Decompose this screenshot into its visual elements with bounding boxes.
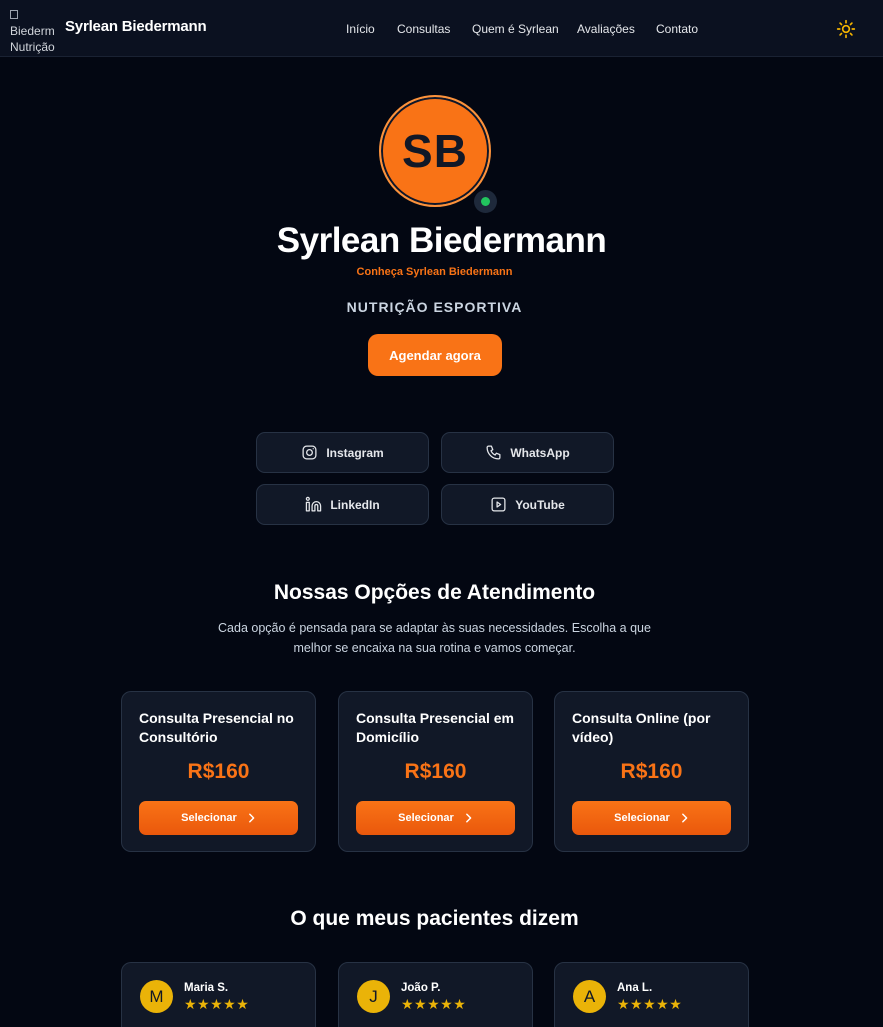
service-price: R$160 <box>404 760 467 783</box>
select-button-label: Selecionar <box>614 812 670 824</box>
theme-toggle-button[interactable] <box>836 19 856 39</box>
schedule-now-button[interactable]: Agendar agora <box>368 334 502 376</box>
whatsapp-button[interactable]: WhatsApp <box>441 432 614 473</box>
logo-image[interactable]: Biederm Nutrição <box>10 7 58 55</box>
service-title: Consulta Presencial em Domicílio <box>356 710 514 745</box>
instagram-label: Instagram <box>326 445 384 460</box>
service-price: R$160 <box>187 760 250 783</box>
avatar-initials: SB <box>402 125 468 177</box>
logo-alt-text: Biederm Nutrição <box>10 24 55 54</box>
testimonial-avatar: A <box>573 980 606 1013</box>
service-title: Consulta Presencial no Consultório <box>139 710 294 745</box>
service-card: Consulta Presencial em Domicílio R$160 S… <box>338 691 533 852</box>
service-title: Consulta Online (por vídeo) <box>572 710 711 745</box>
nav-link-contato[interactable]: Contato <box>656 22 698 36</box>
star-rating: ★★★★★ <box>401 996 467 1012</box>
select-service-button[interactable]: Selecionar <box>572 801 731 835</box>
chevron-right-icon <box>465 813 472 823</box>
profile-avatar: SB <box>379 95 491 207</box>
select-service-button[interactable]: Selecionar <box>356 801 515 835</box>
testimonial-avatar: M <box>140 980 173 1013</box>
online-dot <box>481 197 490 206</box>
linkedin-button[interactable]: LinkedIn <box>256 484 429 525</box>
linkedin-icon <box>306 496 322 512</box>
youtube-button[interactable]: YouTube <box>441 484 614 525</box>
select-service-button[interactable]: Selecionar <box>139 801 298 835</box>
linkedin-label: LinkedIn <box>330 497 380 512</box>
youtube-label: YouTube <box>515 497 565 512</box>
testimonials-title: O que meus pacientes dizem <box>290 907 579 930</box>
services-description: Cada opção é pensada para se adaptar às … <box>218 621 651 655</box>
star-rating: ★★★★★ <box>617 996 683 1012</box>
testimonial-name: Ana L. <box>617 982 653 994</box>
testimonial-card: M Maria S. ★★★★★ <box>121 962 316 1027</box>
nav-link-inicio[interactable]: Início <box>346 22 375 36</box>
testimonial-card: A Ana L. ★★★★★ <box>554 962 749 1027</box>
youtube-icon <box>491 497 506 512</box>
services-title: Nossas Opções de Atendimento <box>273 581 596 604</box>
chevron-right-icon <box>248 813 255 823</box>
service-card: Consulta Online (por vídeo) R$160 Seleci… <box>554 691 749 852</box>
select-button-label: Selecionar <box>181 812 237 824</box>
testimonial-name: João P. <box>401 982 441 994</box>
chevron-right-icon <box>681 813 688 823</box>
profile-subtitle: Conheça Syrlean Biedermann <box>356 266 513 278</box>
service-price: R$160 <box>620 760 683 783</box>
star-rating: ★★★★★ <box>184 996 250 1012</box>
instagram-icon <box>302 445 317 460</box>
nav-link-consultas[interactable]: Consultas <box>397 22 450 36</box>
instagram-button[interactable]: Instagram <box>256 432 429 473</box>
testimonial-name: Maria S. <box>184 982 229 994</box>
broken-image-icon <box>10 10 18 19</box>
online-status-indicator <box>474 190 497 213</box>
testimonial-card: J João P. ★★★★★ <box>338 962 533 1027</box>
profile-specialty: NUTRIÇÃO ESPORTIVA <box>346 299 523 315</box>
nav-link-quem-e-syrlean[interactable]: Quem é Syrlean <box>472 22 559 36</box>
profile-name: Syrlean Biedermann <box>276 221 607 260</box>
brand-name[interactable]: Syrlean Biedermann <box>65 18 207 35</box>
select-button-label: Selecionar <box>398 812 454 824</box>
testimonial-avatar: J <box>357 980 390 1013</box>
sun-icon <box>836 19 856 39</box>
navbar: Biederm Nutrição Syrlean Biedermann Iníc… <box>0 0 883 57</box>
whatsapp-label: WhatsApp <box>510 445 570 460</box>
phone-icon <box>486 445 501 460</box>
nav-link-avaliacoes[interactable]: Avaliações <box>577 22 635 36</box>
service-card: Consulta Presencial no Consultório R$160… <box>121 691 316 852</box>
